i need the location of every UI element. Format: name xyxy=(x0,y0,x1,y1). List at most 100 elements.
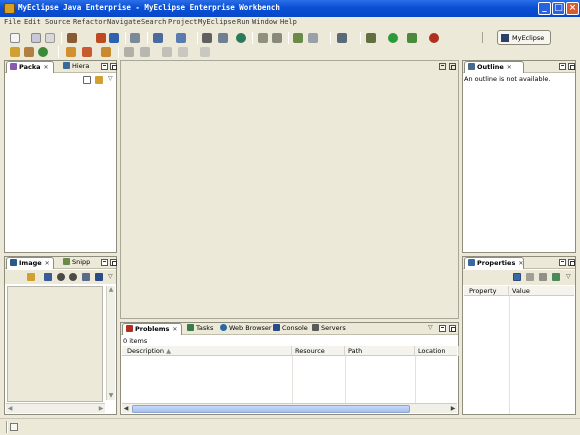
view-maximize-icon[interactable] xyxy=(110,259,117,266)
image-icon[interactable] xyxy=(293,33,303,43)
new-icon[interactable] xyxy=(10,33,20,43)
jar-icon[interactable] xyxy=(24,47,34,57)
vertical-scrollbar[interactable]: ▲ ▼ xyxy=(106,286,115,400)
config-icon[interactable] xyxy=(308,33,318,43)
menu-source[interactable]: Source xyxy=(45,18,70,26)
view-menu-icon[interactable]: ▽ xyxy=(108,75,113,82)
close-tab-icon[interactable]: ✕ xyxy=(507,64,512,71)
scroll-left-icon[interactable]: ◀ xyxy=(122,405,130,413)
tab-tasks[interactable]: Tasks xyxy=(184,323,213,335)
deploy-icon[interactable] xyxy=(67,33,77,43)
fast-view-icon[interactable] xyxy=(10,423,18,431)
tab-web-browser[interactable]: Web Browser xyxy=(217,323,272,335)
search-icon[interactable] xyxy=(258,33,268,43)
scroll-right-icon[interactable]: ▶ xyxy=(97,405,105,413)
next-annotation-icon[interactable] xyxy=(124,47,134,57)
view-maximize-icon[interactable] xyxy=(110,63,117,70)
save-icon[interactable] xyxy=(31,33,41,43)
back-icon[interactable] xyxy=(178,47,188,57)
tab-console[interactable]: Console xyxy=(270,323,308,335)
horizontal-scrollbar[interactable]: ◀ ▶ xyxy=(6,403,105,413)
editor-minimize-icon[interactable] xyxy=(439,63,446,70)
view-minimize-icon[interactable] xyxy=(439,325,446,332)
new-class-icon[interactable] xyxy=(153,33,163,43)
menu-file[interactable]: File xyxy=(4,18,21,26)
refresh-icon[interactable] xyxy=(38,47,48,57)
annotation-icon[interactable] xyxy=(101,47,111,57)
scroll-up-icon[interactable]: ▲ xyxy=(107,286,115,294)
view-maximize-icon[interactable] xyxy=(449,325,456,332)
menu-project[interactable]: Project xyxy=(168,18,198,26)
gear-icon[interactable] xyxy=(366,33,376,43)
view-minimize-icon[interactable] xyxy=(101,63,108,70)
scroll-down-icon[interactable]: ▼ xyxy=(107,392,115,400)
view-minimize-icon[interactable] xyxy=(559,259,566,266)
column-description[interactable]: Description ▲ xyxy=(124,346,292,356)
open-folder-icon[interactable] xyxy=(10,47,20,57)
menu-myeclipse[interactable]: MyEclipse xyxy=(198,18,236,26)
prev-annotation-icon[interactable] xyxy=(140,47,150,57)
close-button[interactable]: × xyxy=(566,2,579,15)
zoom-out-icon[interactable] xyxy=(57,273,65,281)
close-tab-icon[interactable]: ✕ xyxy=(44,64,49,71)
view-maximize-icon[interactable] xyxy=(568,63,575,70)
pen-icon[interactable] xyxy=(82,47,92,57)
horizontal-scrollbar[interactable]: ◀ ▶ xyxy=(122,403,457,413)
full-screen-icon[interactable] xyxy=(95,273,103,281)
task-icon[interactable] xyxy=(272,33,282,43)
column-path[interactable]: Path xyxy=(345,346,415,356)
view-minimize-icon[interactable] xyxy=(559,63,566,70)
menu-navigate[interactable]: Navigate xyxy=(107,18,141,26)
scrollbar-thumb[interactable] xyxy=(132,405,410,413)
open-type-icon[interactable] xyxy=(218,33,228,43)
monitor-icon[interactable] xyxy=(337,33,347,43)
minimize-button[interactable]: _ xyxy=(538,2,551,15)
tab-hierarchy[interactable]: Hiera xyxy=(60,61,89,73)
maximize-button[interactable]: □ xyxy=(552,2,565,15)
tab-properties[interactable]: Properties ✕ xyxy=(464,257,524,269)
view-menu-icon[interactable]: ▽ xyxy=(566,273,571,280)
last-edit-icon[interactable] xyxy=(162,47,172,57)
server-icon[interactable] xyxy=(96,33,106,43)
zoom-in-icon[interactable] xyxy=(69,273,77,281)
fit-image-icon[interactable] xyxy=(44,273,52,281)
view-menu-icon[interactable]: ▽ xyxy=(108,273,113,280)
browser-icon[interactable] xyxy=(130,33,140,43)
wizard-icon[interactable] xyxy=(202,33,212,43)
column-value[interactable]: Value xyxy=(509,286,569,296)
close-tab-icon[interactable]: ✕ xyxy=(172,326,177,333)
restore-default-icon[interactable] xyxy=(552,273,560,281)
scroll-left-icon[interactable]: ◀ xyxy=(6,405,14,413)
forward-icon[interactable] xyxy=(200,47,210,57)
tab-snippets[interactable]: Snipp xyxy=(60,257,90,269)
view-maximize-icon[interactable] xyxy=(568,259,575,266)
advanced-icon[interactable] xyxy=(539,273,547,281)
menu-run[interactable]: Run xyxy=(237,18,250,26)
column-location[interactable]: Location xyxy=(415,346,459,356)
debug-icon[interactable] xyxy=(407,33,417,43)
globe-icon[interactable] xyxy=(236,33,246,43)
close-tab-icon[interactable]: ✕ xyxy=(518,260,523,267)
open-image-icon[interactable] xyxy=(27,273,35,281)
column-resource[interactable]: Resource xyxy=(292,346,345,356)
scroll-right-icon[interactable]: ▶ xyxy=(449,405,457,413)
view-menu-icon[interactable]: ▽ xyxy=(428,324,433,331)
perspective-button[interactable]: MyEclipse xyxy=(497,30,551,45)
new-interface-icon[interactable] xyxy=(176,33,186,43)
menu-refactor[interactable]: Refactor xyxy=(73,18,107,26)
menu-window[interactable]: Window xyxy=(252,18,277,26)
collapse-all-icon[interactable] xyxy=(83,76,91,84)
menu-search[interactable]: Search xyxy=(141,18,166,26)
tab-outline[interactable]: Outline ✕ xyxy=(464,61,524,73)
link-editor-icon[interactable] xyxy=(95,76,103,84)
actual-size-icon[interactable] xyxy=(82,273,90,281)
tab-image[interactable]: Image ✕ xyxy=(6,257,54,269)
editor-maximize-icon[interactable] xyxy=(449,63,456,70)
categories-icon[interactable] xyxy=(513,273,521,281)
view-minimize-icon[interactable] xyxy=(101,259,108,266)
menu-help[interactable]: Help xyxy=(280,18,297,26)
column-property[interactable]: Property xyxy=(466,286,509,296)
close-tab-icon[interactable]: ✕ xyxy=(45,260,50,267)
tab-package-explorer[interactable]: Packa ✕ xyxy=(6,61,54,73)
external-tools-icon[interactable] xyxy=(429,33,439,43)
